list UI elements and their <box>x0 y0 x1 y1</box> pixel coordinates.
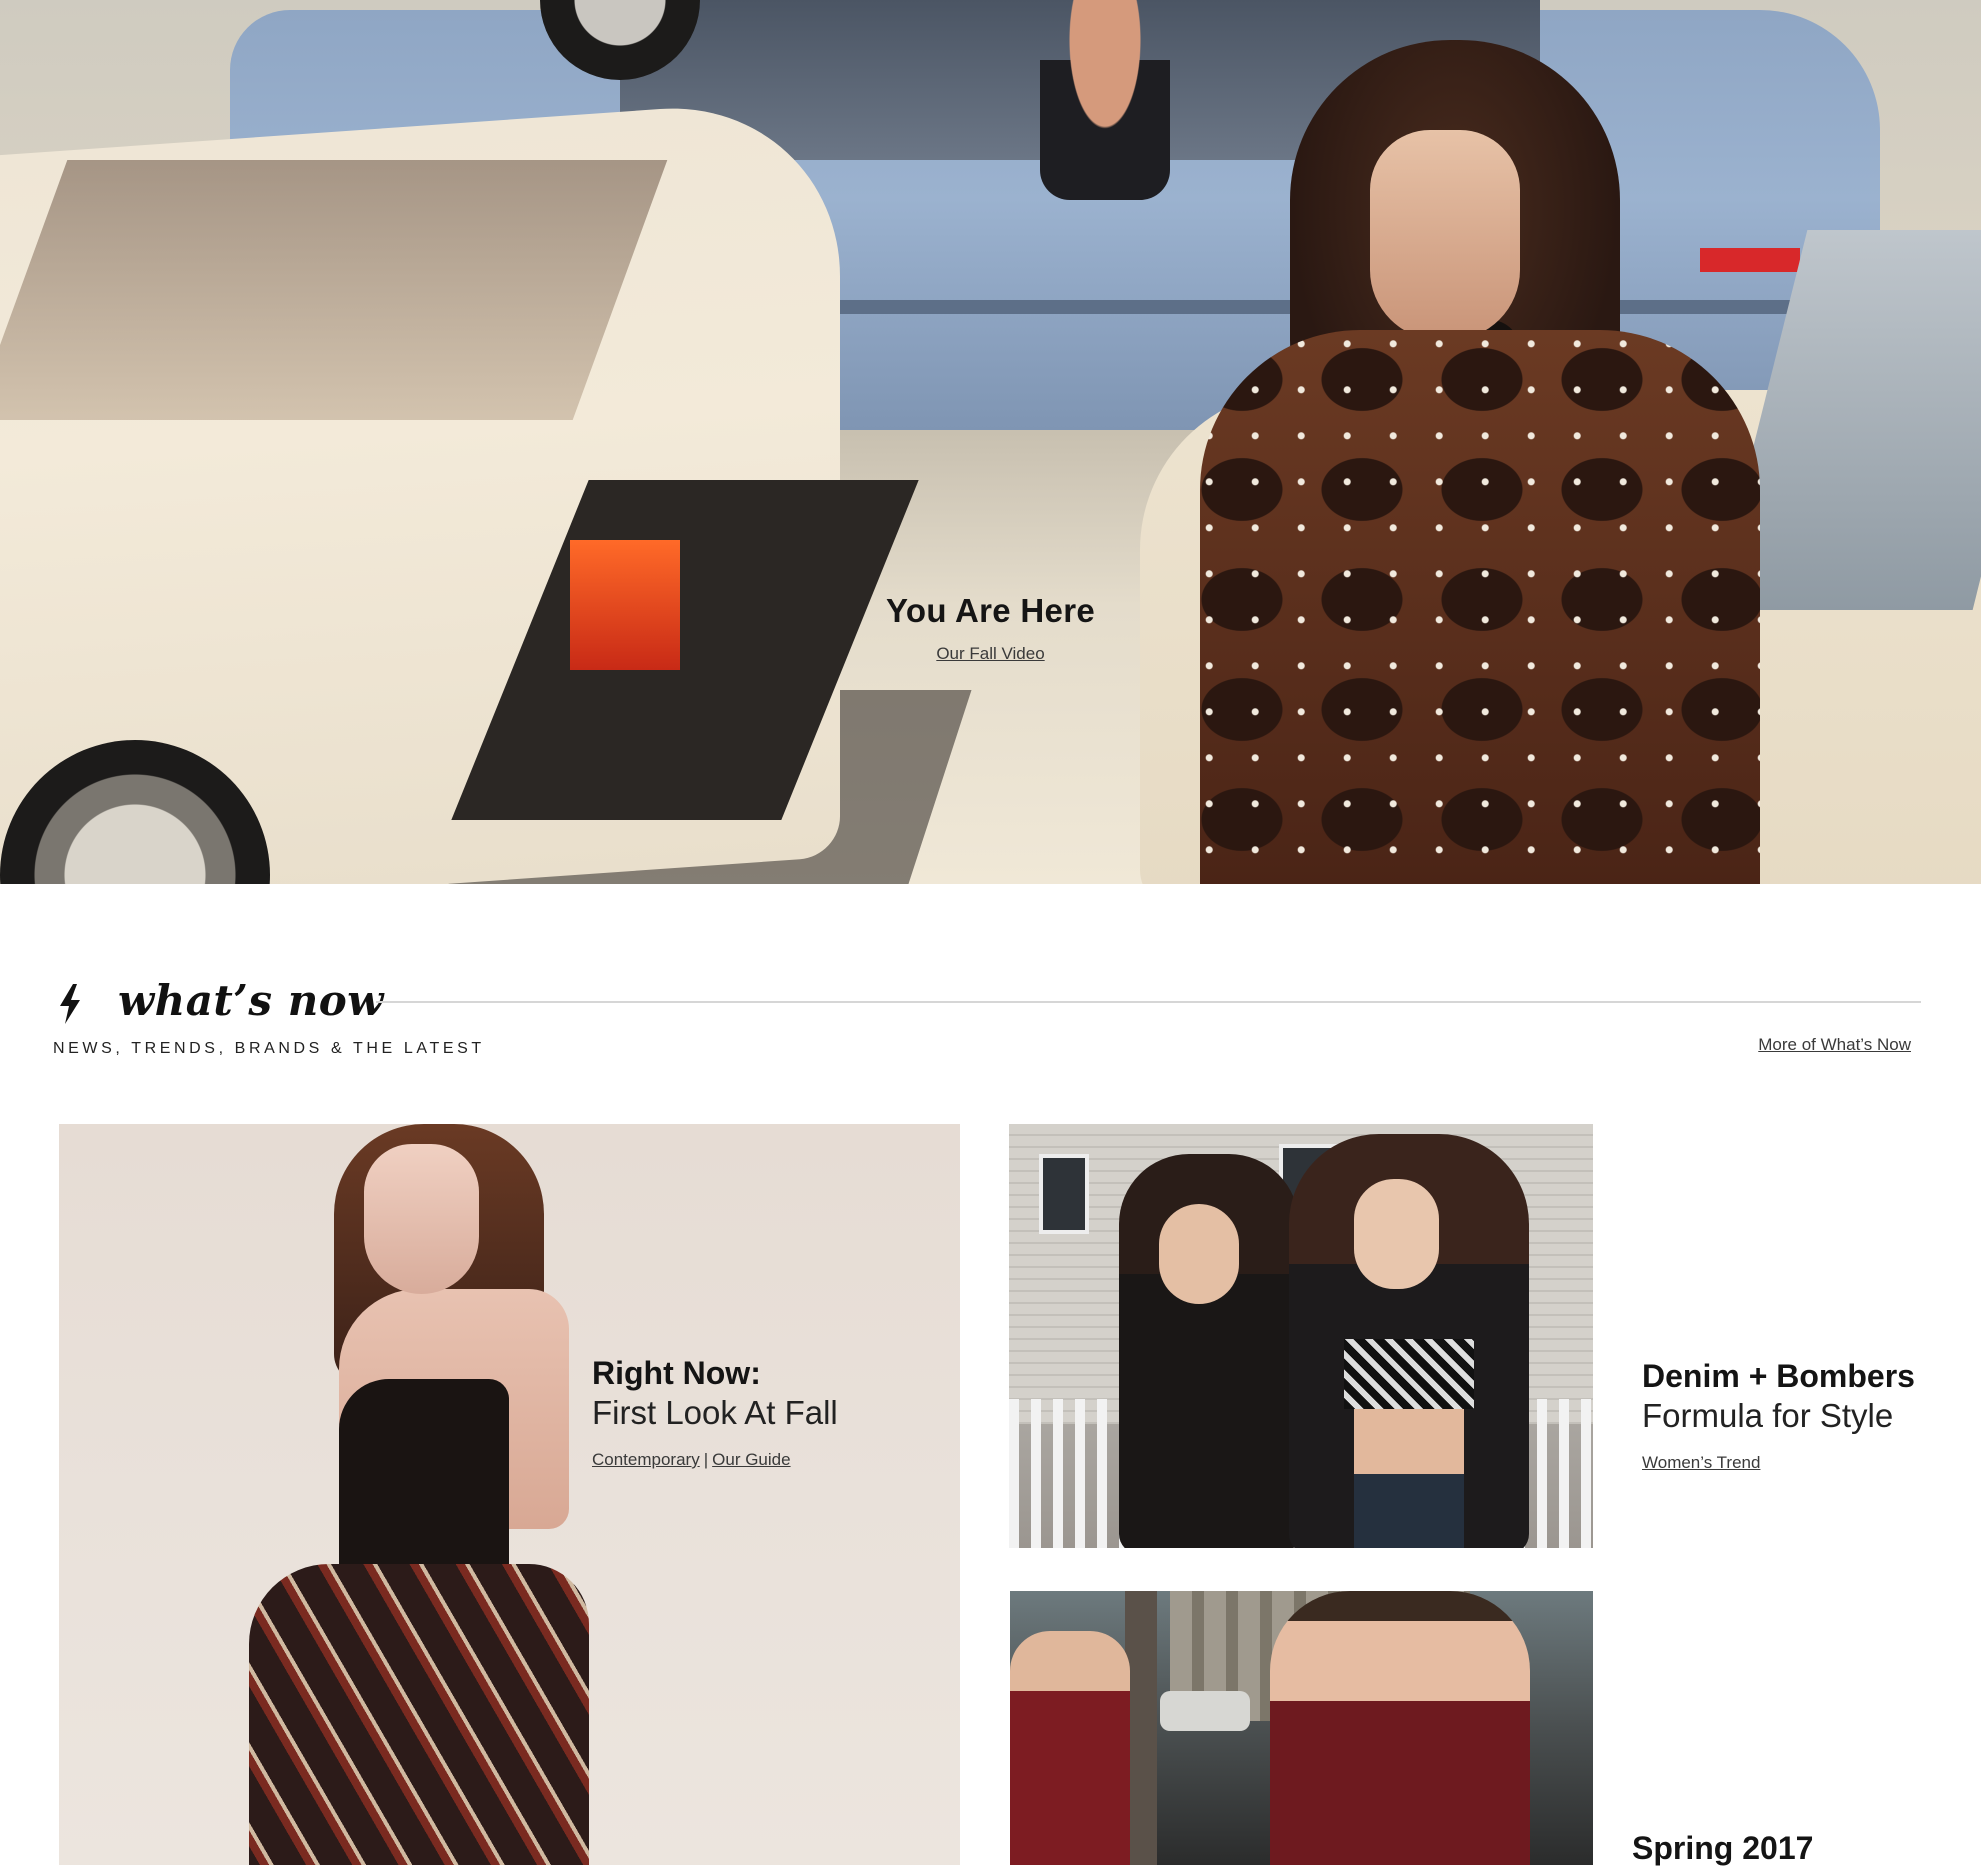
hero-banner[interactable]: You Are Here Our Fall Video <box>0 0 1981 884</box>
card-caption-first-look: Right Now: First Look At Fall Contempora… <box>592 1355 838 1470</box>
card-subtitle[interactable]: Formula for Style <box>1642 1397 1915 1435</box>
card-caption-denim-bombers: Denim + Bombers Formula for Style Women’… <box>1642 1358 1915 1473</box>
card-subtitle[interactable]: First Look At Fall <box>592 1394 838 1432</box>
our-guide-link[interactable]: Our Guide <box>712 1450 790 1469</box>
hero-tail-light <box>1700 248 1800 272</box>
contemporary-link[interactable]: Contemporary <box>592 1450 700 1469</box>
house-window <box>1039 1154 1089 1234</box>
hero-rear-window <box>0 160 668 420</box>
section-divider <box>376 1001 1921 1003</box>
section-title: what’s now <box>118 976 384 1025</box>
feature-card-spring-2017[interactable] <box>1010 1591 1593 1865</box>
feature-card-denim-bombers[interactable] <box>1009 1124 1593 1548</box>
model-midriff <box>1354 1409 1464 1479</box>
model-dress <box>249 1564 589 1865</box>
model-left <box>1010 1631 1130 1865</box>
model-right <box>1270 1591 1530 1865</box>
feature-model-image <box>189 1124 619 1865</box>
model-jeans <box>1354 1474 1464 1548</box>
whats-now-header: what’s now <box>0 970 1981 1050</box>
lightning-bolt-icon <box>60 984 80 1024</box>
card-caption-spring-2017: Spring 2017 <box>1632 1830 1813 1867</box>
striped-top <box>1344 1339 1474 1409</box>
link-separator: | <box>703 1450 709 1469</box>
feature-card-first-look[interactable] <box>59 1124 960 1865</box>
card-links: Women’s Trend <box>1642 1453 1915 1473</box>
model-right-face <box>1354 1179 1439 1289</box>
hero-title[interactable]: You Are Here <box>0 592 1981 630</box>
card-title[interactable]: Denim + Bombers <box>1642 1358 1915 1395</box>
hero-caption: You Are Here Our Fall Video <box>0 592 1981 664</box>
hero-model-face <box>1370 130 1520 340</box>
card-links: Contemporary | Our Guide <box>592 1450 838 1470</box>
card-title[interactable]: Right Now: <box>592 1355 838 1392</box>
model-face <box>364 1144 479 1294</box>
section-subtitle: NEWS, TRENDS, BRANDS & THE LATEST <box>53 1040 485 1057</box>
model-left-face <box>1159 1204 1239 1304</box>
card-title[interactable]: Spring 2017 <box>1632 1830 1813 1867</box>
hero-video-link[interactable]: Our Fall Video <box>936 644 1044 664</box>
street-car <box>1160 1691 1250 1731</box>
hero-driver <box>1040 0 1170 200</box>
womens-trend-link[interactable]: Women’s Trend <box>1642 1453 1760 1472</box>
more-whats-now-link[interactable]: More of What’s Now <box>1758 1035 1911 1055</box>
